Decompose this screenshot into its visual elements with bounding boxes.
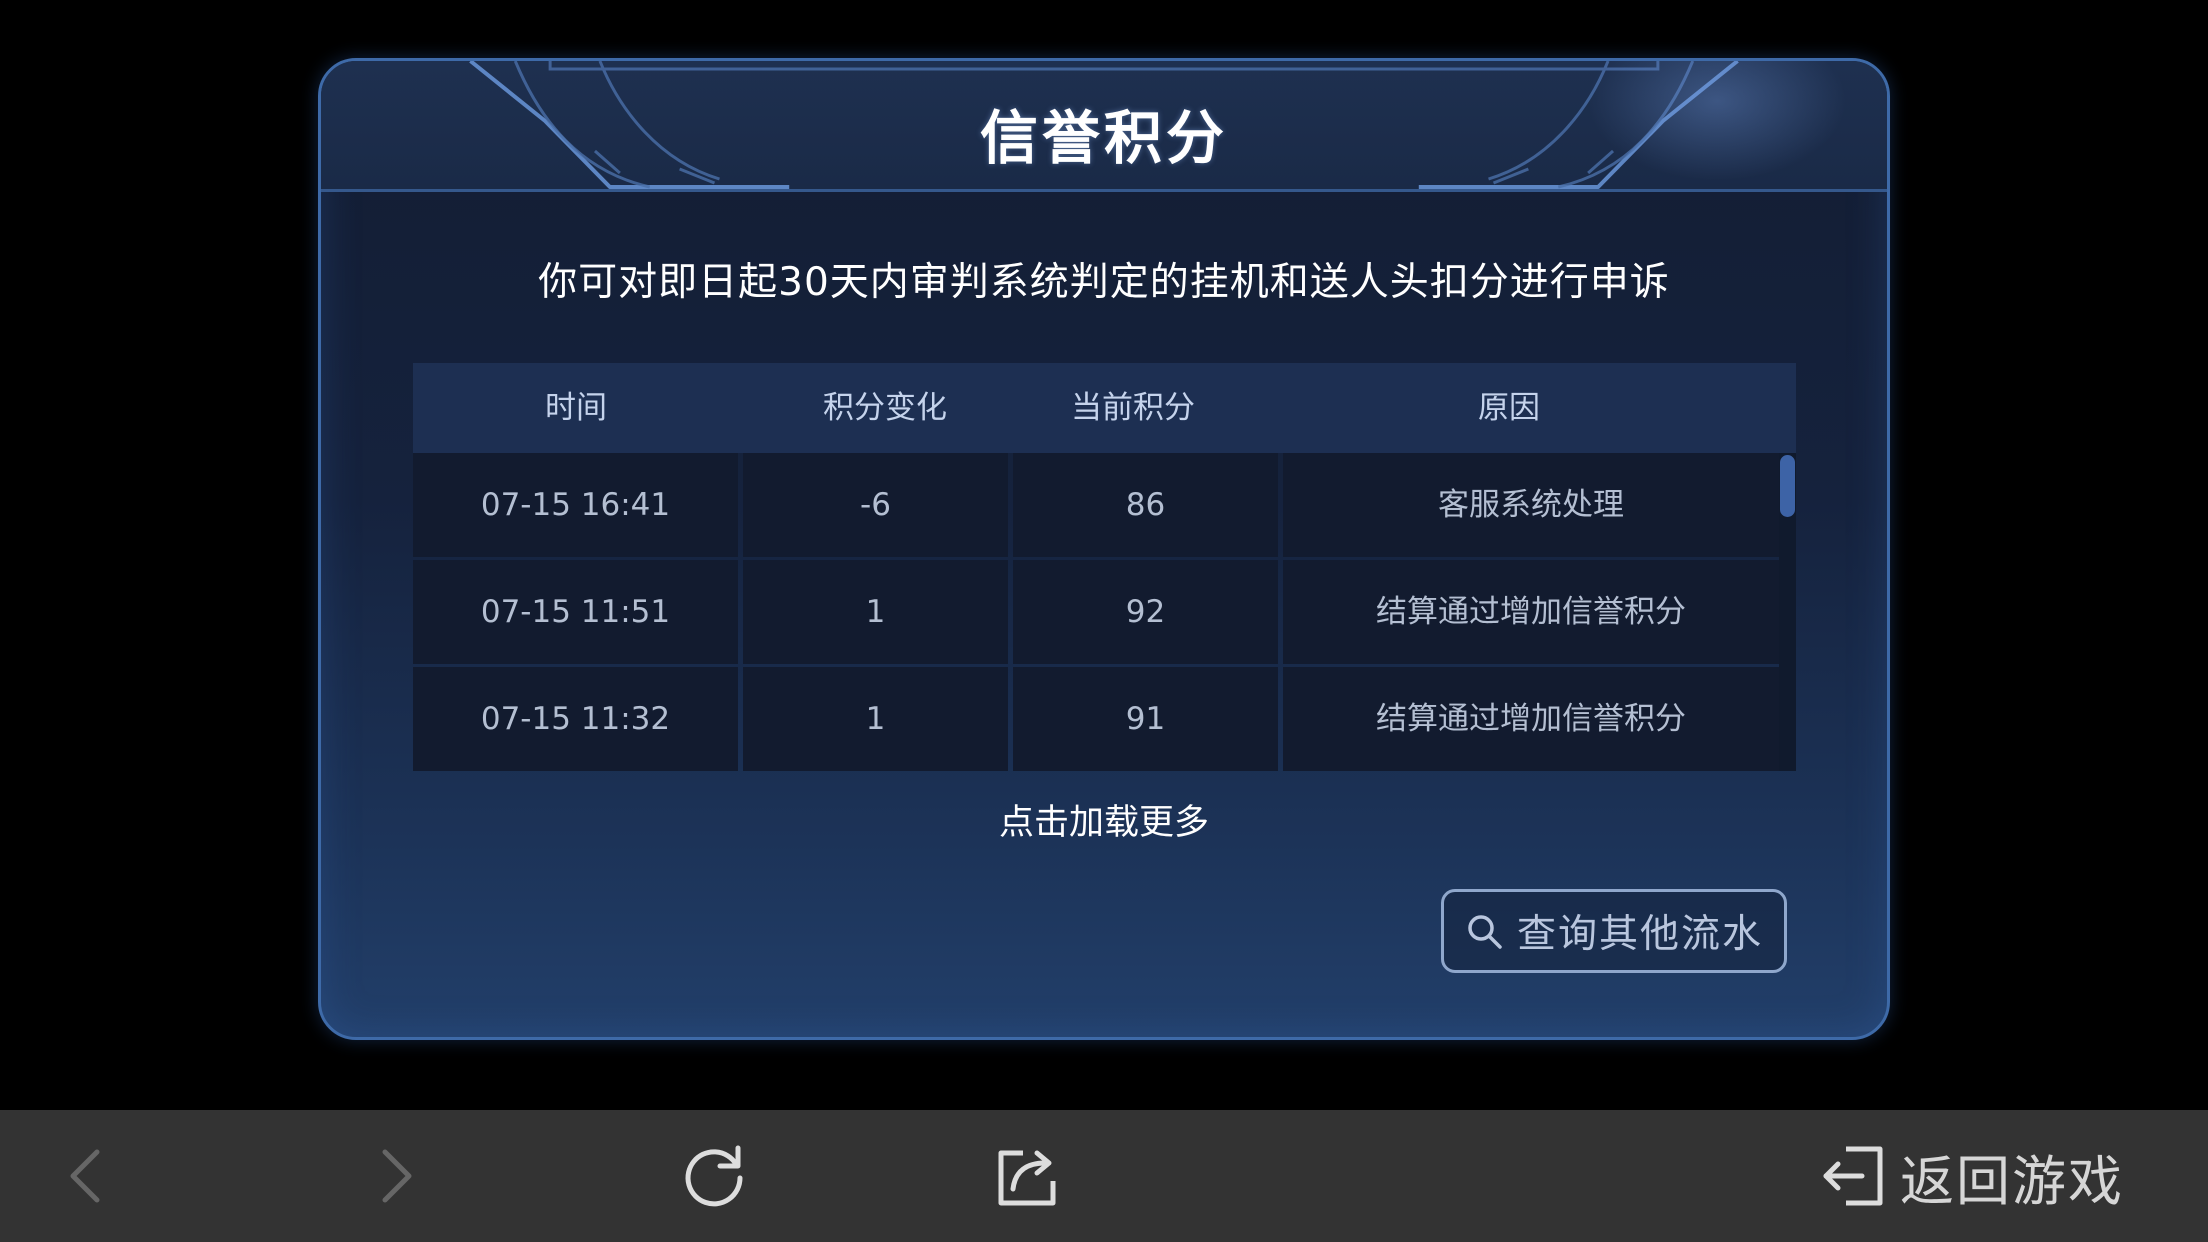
score-history-table: 时间 积分变化 当前积分 原因 07-15 16:41 -6 86 客服系统处理… [413,363,1796,771]
cell-time: 07-15 11:32 [413,667,738,771]
cell-score: 92 [1013,560,1278,664]
table-row: 07-15 16:41 -6 86 客服系统处理 [413,453,1779,557]
cell-time: 07-15 16:41 [413,453,738,557]
chevron-left-icon [70,1149,100,1203]
dialog-title: 信誉积分 [979,104,1228,172]
credit-score-dialog: 信誉积分 你可对即日起30天内审判系统判定的挂机和送人头扣分进行申诉 时间 积分… [318,58,1890,1040]
exit-icon [1823,1146,1883,1206]
table-row: 07-15 11:32 1 91 结算通过增加信誉积分 [413,667,1779,771]
chevron-right-icon [382,1149,412,1203]
cell-reason: 客服系统处理 [1283,453,1779,557]
cell-time: 07-15 11:51 [413,560,738,664]
query-button-label: 查询其他流水 [1516,912,1763,957]
back-button[interactable] [50,1110,120,1242]
return-to-game-button[interactable]: 返回游戏 [1820,1110,2124,1242]
column-header-reason: 原因 [1478,390,1540,426]
scrollbar-thumb[interactable] [1780,455,1795,517]
return-button-label: 返回游戏 [1900,1149,2124,1213]
share-button[interactable] [986,1110,1070,1242]
appeal-notice: 你可对即日起30天内审判系统判定的挂机和送人头扣分进行申诉 [538,260,1670,305]
cell-change: 1 [743,560,1008,664]
column-header-score: 当前积分 [1071,390,1195,426]
share-icon [998,1150,1056,1206]
refresh-button[interactable] [672,1110,756,1242]
browser-toolbar: 返回游戏 [0,1110,2208,1242]
search-icon [1468,915,1502,949]
table-scrollbar[interactable] [1779,453,1796,771]
column-header-change: 积分变化 [823,390,947,426]
cell-reason: 结算通过增加信誉积分 [1283,560,1779,664]
cell-reason: 结算通过增加信誉积分 [1283,667,1779,771]
cell-change: -6 [743,453,1008,557]
table-body[interactable]: 07-15 16:41 -6 86 客服系统处理 07-15 11:51 1 9… [413,453,1796,771]
cell-change: 1 [743,667,1008,771]
column-header-time: 时间 [545,390,607,426]
table-header: 时间 积分变化 当前积分 原因 [413,363,1796,453]
refresh-icon [685,1145,743,1207]
load-more-link[interactable]: 点击加载更多 [321,794,1887,845]
cell-score: 86 [1013,453,1278,557]
forward-button[interactable] [362,1110,432,1242]
table-row: 07-15 11:51 1 92 结算通过增加信誉积分 [413,560,1779,664]
cell-score: 91 [1013,667,1278,771]
query-other-records-button[interactable]: 查询其他流水 [1441,889,1787,973]
